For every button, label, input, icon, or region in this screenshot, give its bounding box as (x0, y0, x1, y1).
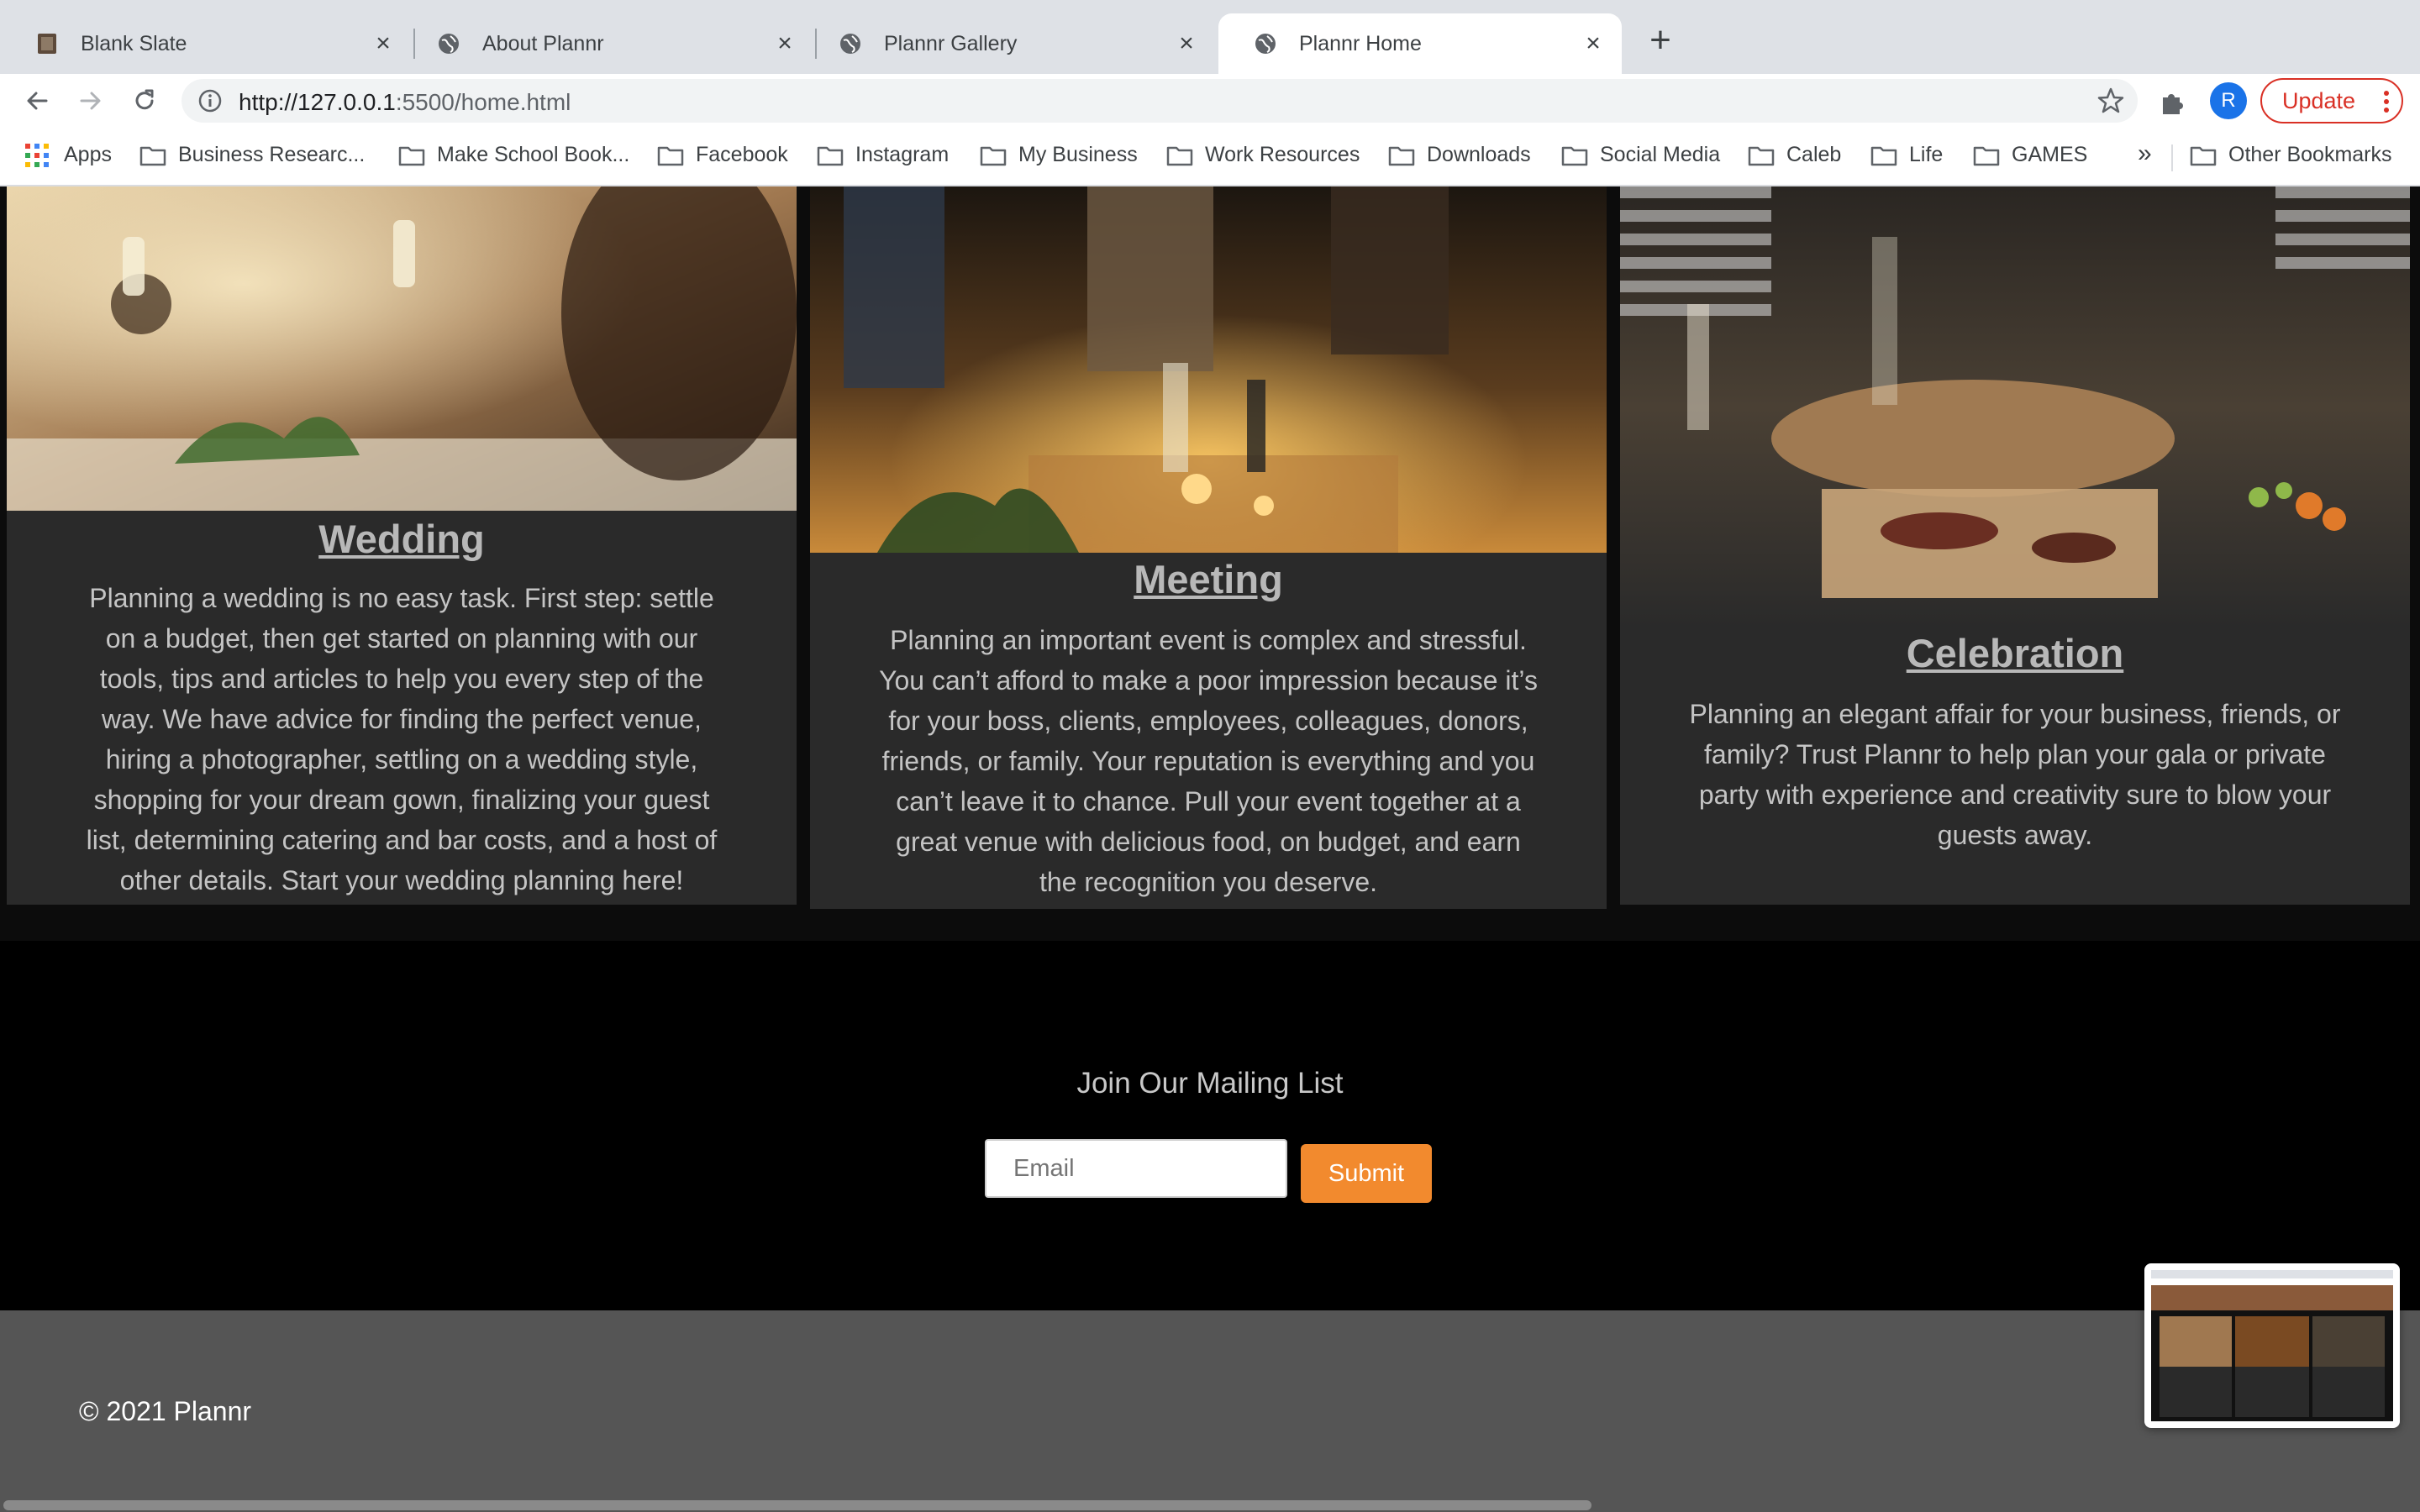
forward-arrow-icon[interactable] (72, 82, 109, 119)
meeting-photo (810, 186, 1607, 553)
bookmark-folder[interactable]: Downloads (1388, 143, 1531, 167)
close-icon[interactable]: × (1173, 30, 1200, 57)
globe-icon (1252, 30, 1279, 57)
address-bar[interactable]: http://127.0.0.1:5500/home.html (182, 79, 2138, 123)
bookmark-star-icon[interactable] (2096, 86, 2126, 116)
card-title[interactable]: Wedding (7, 516, 797, 562)
extensions-puzzle-icon[interactable] (2158, 87, 2188, 118)
thumbnail-image (2151, 1270, 2393, 1421)
bookmarks-bar: Apps Business Researc... Make School Boo… (0, 128, 2420, 186)
bookmarks-overflow-chevron-icon[interactable]: » (2138, 139, 2152, 168)
bookmark-folder[interactable]: My Business (980, 143, 1138, 167)
bookmark-label: Apps (64, 143, 112, 166)
bookmark-label: Business Researc... (178, 143, 366, 166)
update-label: Update (2282, 87, 2356, 113)
bookmark-folder[interactable]: Instagram (817, 143, 949, 167)
folder-icon (139, 146, 166, 165)
submit-button[interactable]: Submit (1301, 1144, 1432, 1203)
folder-icon (1166, 146, 1193, 165)
bookmark-label: Life (1909, 143, 1944, 166)
folder-icon (657, 146, 684, 165)
back-arrow-icon[interactable] (18, 82, 55, 119)
bookmark-label: Other Bookmarks (2228, 143, 2392, 166)
folder-icon (1388, 146, 1415, 165)
bookmark-folder[interactable]: Social Media (1561, 143, 1720, 167)
tab-blank-slate[interactable]: Blank Slate × (0, 13, 412, 74)
tab-title: Plannr Home (1299, 31, 1422, 55)
tab-plannr-gallery[interactable]: Plannr Gallery × (803, 13, 1215, 74)
card-description: Planning a wedding is no easy task. Firs… (86, 583, 718, 895)
close-icon[interactable]: × (1580, 30, 1607, 57)
tab-about-plannr[interactable]: About Plannr × (402, 13, 813, 74)
horizontal-scrollbar[interactable] (0, 1497, 2420, 1512)
bookmark-label: GAMES (2012, 143, 2088, 166)
screenshot-thumbnail-preview[interactable] (2144, 1263, 2400, 1428)
bookmarks-divider (2171, 144, 2173, 171)
close-icon[interactable]: × (370, 30, 397, 57)
globe-icon (435, 30, 462, 57)
bookmark-label: Make School Book... (437, 143, 630, 166)
site-footer: © 2021 Plannr (0, 1310, 2420, 1512)
card-description: Planning an elegant affair for your busi… (1689, 699, 2341, 850)
folder-icon (1973, 146, 2000, 165)
update-button[interactable]: Update (2260, 78, 2403, 123)
folder-icon (1870, 146, 1897, 165)
tab-title: Plannr Gallery (884, 31, 1018, 55)
bookmark-folder[interactable]: Caleb (1748, 143, 1841, 167)
blank-slate-favicon (34, 30, 60, 57)
tab-plannr-home[interactable]: Plannr Home × (1218, 13, 1622, 74)
apps-grid-icon (25, 143, 49, 167)
event-card-meeting: Meeting Planning an important event is c… (810, 186, 1607, 909)
event-card-wedding: Wedding Planning a wedding is no easy ta… (7, 186, 797, 905)
bookmark-folder[interactable]: Business Researc... (139, 143, 365, 167)
scrollbar-thumb[interactable] (3, 1500, 1591, 1510)
mailing-list-heading: Join Our Mailing List (1076, 1067, 1344, 1100)
other-bookmarks[interactable]: Other Bookmarks (2190, 143, 2392, 167)
bookmark-label: Downloads (1427, 143, 1531, 166)
wedding-photo (7, 186, 797, 511)
bookmark-apps[interactable]: Apps (25, 143, 112, 167)
celebration-photo (1620, 186, 2410, 628)
card-title[interactable]: Celebration (1620, 630, 2410, 676)
card-description: Planning an important event is complex a… (879, 625, 1538, 897)
folder-icon (817, 146, 844, 165)
card-title[interactable]: Meeting (810, 556, 1607, 602)
globe-icon (837, 30, 864, 57)
page-viewport: Wedding Planning a wedding is no easy ta… (0, 186, 2420, 1512)
folder-icon (398, 146, 425, 165)
folder-icon (1748, 146, 1775, 165)
bookmark-label: Caleb (1786, 143, 1842, 166)
info-icon[interactable] (197, 87, 224, 114)
folder-icon (980, 146, 1007, 165)
bookmark-label: Work Resources (1205, 143, 1360, 166)
tab-title: About Plannr (482, 31, 604, 55)
copyright-text: © 2021 Plannr (79, 1396, 252, 1426)
mailing-list-section: Join Our Mailing List Submit (0, 941, 2420, 1310)
profile-avatar[interactable]: R (2210, 82, 2247, 119)
url-path: :5500/home.html (395, 89, 571, 115)
tab-title: Blank Slate (81, 31, 187, 55)
new-tab-plus-icon[interactable]: + (1642, 22, 1679, 59)
folder-icon (1561, 146, 1588, 165)
browser-toolbar: http://127.0.0.1:5500/home.html R Update (0, 74, 2420, 128)
folder-icon (2190, 146, 2217, 165)
bookmark-folder[interactable]: Facebook (657, 143, 788, 167)
reload-icon[interactable] (126, 82, 163, 119)
bookmark-label: Facebook (696, 143, 788, 166)
close-icon[interactable]: × (771, 30, 798, 57)
bookmark-label: Social Media (1600, 143, 1721, 166)
url-text: http://127.0.0.1:5500/home.html (239, 89, 571, 116)
bookmark-folder[interactable]: Make School Book... (398, 143, 629, 167)
email-input[interactable] (985, 1139, 1287, 1198)
bookmark-folder[interactable]: Life (1870, 143, 1943, 167)
bookmark-label: Instagram (855, 143, 950, 166)
event-card-celebration: Celebration Planning an elegant affair f… (1620, 186, 2410, 905)
bookmark-folder[interactable]: GAMES (1973, 143, 2087, 167)
url-host: http://127.0.0.1 (239, 89, 396, 115)
more-vert-icon[interactable] (2383, 90, 2390, 113)
browser-tab-strip: Blank Slate × About Plannr × Plannr Gall… (0, 0, 2420, 74)
bookmark-folder[interactable]: Work Resources (1166, 143, 1360, 167)
bookmark-label: My Business (1018, 143, 1138, 166)
